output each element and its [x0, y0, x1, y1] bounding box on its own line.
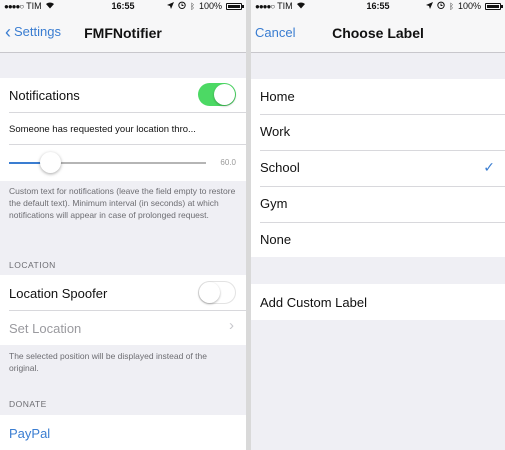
location-group: Location Spoofer Set Location › [0, 275, 246, 345]
label-row-home[interactable]: Home [251, 79, 505, 114]
location-arrow-icon [167, 1, 175, 11]
location-footnote: The selected position will be displayed … [9, 351, 207, 373]
notifications-label: Notifications [9, 88, 80, 103]
location-arrow-icon [426, 1, 434, 11]
location-spoofer-toggle[interactable] [198, 281, 236, 304]
status-bar: ●●●●○ TIM 16:55 ᛒ 100% [251, 0, 505, 13]
toggle-knob [199, 282, 220, 303]
battery-icon [485, 2, 503, 10]
label-list: Home Work School ✓ Gym None [251, 79, 505, 257]
donate-section-header: DONATE [9, 399, 47, 409]
navigation-bar: Cancel Choose Label [251, 13, 505, 53]
chevron-right-icon: › [229, 317, 234, 334]
notifications-footnote: Custom text for notifications (leave the… [9, 186, 236, 220]
battery-percent: 100% [457, 1, 481, 11]
page-title: FMFNotifier [84, 25, 162, 41]
choose-label-screen: ●●●●○ TIM 16:55 ᛒ 100% Cancel Choose Lab… [251, 0, 505, 450]
slider-value: 60.0 [220, 158, 236, 167]
toggle-knob [214, 84, 235, 105]
add-custom-label-row[interactable]: Add Custom Label [251, 284, 505, 320]
notification-text-field[interactable]: Someone has requested your location thro… [9, 124, 196, 135]
bluetooth-icon: ᛒ [190, 1, 195, 11]
location-section-header: LOCATION [9, 260, 56, 270]
label-row-gym[interactable]: Gym [251, 187, 505, 222]
alarm-icon [437, 1, 445, 11]
page-title: Choose Label [332, 25, 424, 41]
label-row-work[interactable]: Work [251, 115, 505, 150]
alarm-icon [178, 1, 186, 11]
divider [9, 144, 246, 145]
checkmark-icon: ✓ [483, 159, 495, 175]
location-spoofer-label: Location Spoofer [9, 286, 108, 301]
settings-screen: ●●●●○ TIM 16:55 ᛒ 100% ‹ Settings FMFNot… [0, 0, 246, 450]
bluetooth-icon: ᛒ [449, 1, 454, 11]
notifications-group: Notifications Someone has requested your… [0, 78, 246, 181]
label-row-text: None [260, 232, 292, 247]
battery-icon [226, 2, 244, 10]
label-row-none[interactable]: None [251, 223, 505, 257]
interval-slider-thumb[interactable] [40, 152, 61, 173]
label-row-text: School [260, 160, 300, 175]
notifications-toggle[interactable] [198, 83, 236, 106]
status-bar: ●●●●○ TIM 16:55 ᛒ 100% [0, 0, 246, 13]
label-row-text: Home [260, 89, 295, 104]
label-row-text: Gym [260, 196, 288, 211]
set-location-row[interactable]: Set Location › [0, 311, 246, 345]
battery-percent: 100% [198, 1, 222, 11]
paypal-link[interactable]: PayPal [9, 426, 50, 441]
navigation-bar: ‹ Settings FMFNotifier [0, 13, 246, 53]
set-location-label: Set Location [9, 321, 82, 336]
add-custom-label-text: Add Custom Label [260, 295, 367, 310]
label-row-text: Work [260, 124, 291, 139]
label-row-school[interactable]: School ✓ [251, 151, 505, 186]
donate-group: PayPal [0, 415, 246, 450]
divider [9, 112, 246, 113]
